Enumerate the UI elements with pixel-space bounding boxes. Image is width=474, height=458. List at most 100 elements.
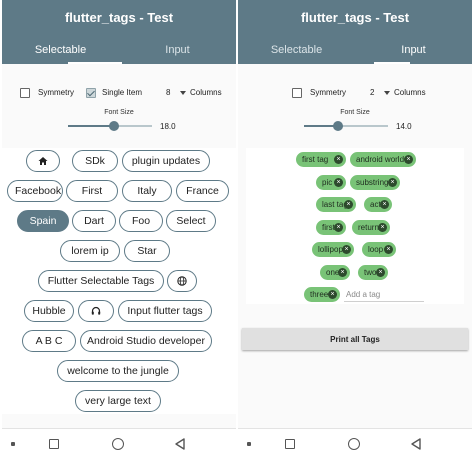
home-nav-icon[interactable]: [348, 438, 360, 450]
font-size-slider-thumb[interactable]: [109, 121, 120, 131]
remove-tag-icon[interactable]: ×: [334, 178, 343, 187]
tag-star[interactable]: Star: [124, 240, 170, 262]
remove-tag-icon[interactable]: ×: [404, 155, 413, 164]
input-tag[interactable]: lollipop ×: [312, 242, 354, 257]
remove-tag-icon[interactable]: ×: [380, 200, 389, 209]
tag-input-flutter-tags[interactable]: Input flutter tags: [118, 300, 212, 322]
home-icon: [38, 157, 48, 165]
tag-globe[interactable]: [167, 270, 197, 292]
tag-label: substring: [356, 178, 389, 187]
remove-tag-icon[interactable]: ×: [328, 290, 337, 299]
tag-label: loop: [368, 245, 384, 254]
tag-foo[interactable]: Foo: [119, 210, 163, 232]
tag-select[interactable]: Select: [166, 210, 216, 232]
remove-tag-icon[interactable]: ×: [342, 245, 351, 254]
symmetry-checkbox[interactable]: [292, 88, 302, 98]
print-all-tags-button[interactable]: Print all Tags: [242, 328, 468, 350]
symmetry-label: Symmetry: [38, 88, 74, 97]
home-nav-icon[interactable]: [112, 438, 124, 450]
tag-welcome-to-the-jungle[interactable]: welcome to the jungle: [57, 360, 179, 382]
tab-input[interactable]: Input: [355, 44, 472, 56]
input-content: Symmetry 2 Columns Font Size 14.0 first …: [238, 64, 472, 428]
font-size-slider-thumb[interactable]: [332, 121, 343, 131]
back-icon[interactable]: [174, 438, 186, 450]
tag-spain[interactable]: Spain: [17, 210, 69, 232]
remove-tag-icon[interactable]: ×: [334, 155, 343, 164]
input-tag[interactable]: one ×: [320, 265, 350, 280]
remove-tag-icon[interactable]: ×: [376, 268, 385, 277]
input-tag[interactable]: substring ×: [350, 175, 400, 190]
input-tag[interactable]: first ×: [316, 220, 346, 235]
tag-label: first: [322, 223, 335, 232]
nav-dot-icon: [11, 442, 15, 446]
tag-label: lollipop: [318, 245, 343, 254]
remove-tag-icon[interactable]: ×: [338, 268, 347, 277]
tag-lorem-ip[interactable]: lorem ip: [60, 240, 120, 262]
tag-facebook[interactable]: Facebook: [7, 180, 63, 202]
input-tag[interactable]: android world ×: [350, 152, 416, 167]
single-item-checkbox[interactable]: [86, 88, 96, 98]
tag-first[interactable]: First: [66, 180, 118, 202]
app-title: flutter_tags - Test: [300, 10, 410, 25]
tag-headphones[interactable]: [78, 300, 114, 322]
tab-bar: Selectable Input: [2, 40, 236, 64]
back-icon[interactable]: [410, 438, 422, 450]
tag-label: android world: [356, 155, 405, 164]
tag-label: three: [310, 290, 329, 299]
input-tag[interactable]: three ×: [304, 287, 340, 302]
input-tag[interactable]: return ×: [352, 220, 390, 235]
recents-icon[interactable]: [285, 439, 295, 449]
input-tag[interactable]: last tag ×: [316, 197, 356, 212]
tag-france[interactable]: France: [176, 180, 229, 202]
font-size-label: Font Size: [104, 109, 134, 116]
remove-tag-icon[interactable]: ×: [388, 178, 397, 187]
tag-plugin-updates[interactable]: plugin updates: [122, 150, 210, 172]
remove-tag-icon[interactable]: ×: [334, 223, 343, 232]
tag-label: return: [358, 223, 379, 232]
tab-selectable[interactable]: Selectable: [2, 44, 119, 56]
font-size-value: 18.0: [160, 122, 176, 131]
input-tag[interactable]: pic ×: [316, 175, 346, 190]
input-tag[interactable]: two ×: [358, 265, 388, 280]
columns-label: Columns: [190, 88, 222, 97]
tag-home[interactable]: [26, 150, 60, 172]
input-tag[interactable]: loop ×: [362, 242, 396, 257]
tag-flutter-selectable-tags[interactable]: Flutter Selectable Tags: [38, 270, 164, 292]
tab-bar: Selectable Input: [238, 40, 472, 64]
font-size-value: 14.0: [396, 122, 412, 131]
chevron-down-icon[interactable]: [180, 91, 186, 95]
tag-italy[interactable]: Italy: [122, 180, 172, 202]
tag-sdk[interactable]: SDk: [72, 150, 118, 172]
tab-input[interactable]: Input: [119, 44, 236, 56]
remove-tag-icon[interactable]: ×: [378, 223, 387, 232]
recents-icon[interactable]: [49, 439, 59, 449]
add-tag-input[interactable]: [344, 287, 424, 302]
input-tag[interactable]: act ×: [364, 197, 392, 212]
symmetry-label: Symmetry: [310, 88, 346, 97]
tag-android-studio-developer[interactable]: Android Studio developer: [80, 330, 212, 352]
app-bar: flutter_tags - Test Selectable Input: [2, 0, 236, 64]
remove-tag-icon[interactable]: ×: [344, 200, 353, 209]
font-size-slider-fill: [68, 125, 115, 127]
nav-dot-icon: [247, 442, 251, 446]
tag-very-large-text[interactable]: very large text: [75, 390, 161, 412]
app-bar: flutter_tags - Test Selectable Input: [238, 0, 472, 64]
tag-abc[interactable]: A B C: [22, 330, 76, 352]
options-row: Symmetry 2 Columns: [238, 86, 472, 102]
input-tag[interactable]: first tag ×: [296, 152, 346, 167]
screen-selectable: flutter_tags - Test Selectable Input Sym…: [2, 0, 236, 458]
headphones-icon: [91, 306, 101, 315]
font-size-label: Font Size: [340, 109, 370, 116]
tab-selectable[interactable]: Selectable: [238, 44, 355, 56]
tag-hubble[interactable]: Hubble: [24, 300, 74, 322]
globe-icon: [177, 276, 187, 286]
app-title: flutter_tags - Test: [64, 10, 174, 25]
columns-dropdown[interactable]: 2: [370, 88, 374, 97]
screen-input: flutter_tags - Test Selectable Input Sym…: [238, 0, 472, 458]
tag-label: pic: [322, 178, 333, 187]
columns-dropdown[interactable]: 8: [166, 88, 170, 97]
tag-dart[interactable]: Dart: [72, 210, 116, 232]
remove-tag-icon[interactable]: ×: [384, 245, 393, 254]
symmetry-checkbox[interactable]: [20, 88, 30, 98]
chevron-down-icon[interactable]: [384, 91, 390, 95]
